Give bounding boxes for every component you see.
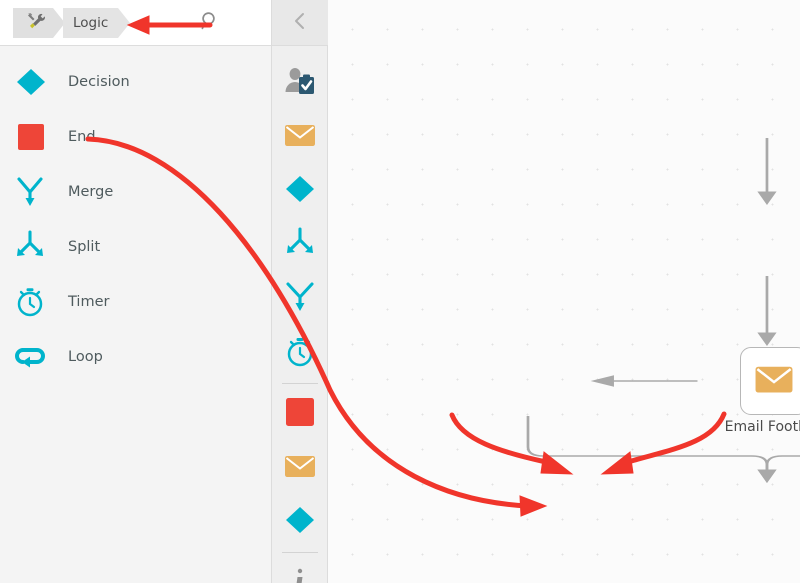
icon-rail-items bbox=[272, 46, 327, 583]
user-task-icon bbox=[283, 65, 317, 101]
rail-item-decision-1[interactable] bbox=[272, 164, 328, 218]
diamond-icon bbox=[283, 504, 317, 540]
rail-divider-2 bbox=[281, 552, 318, 553]
palette-item-end[interactable]: End bbox=[0, 109, 271, 164]
timer-icon bbox=[14, 284, 56, 320]
rail-item-email-2[interactable] bbox=[272, 441, 328, 495]
merge-arrow-icon bbox=[14, 174, 56, 210]
split-arrow-icon bbox=[14, 229, 56, 265]
palette-item-split-label: Split bbox=[68, 238, 101, 255]
loop-icon bbox=[14, 339, 56, 375]
rail-item-end[interactable] bbox=[272, 387, 328, 441]
breadcrumb-item-tools[interactable] bbox=[13, 7, 65, 38]
palette-panel: Logic Decision End Merge Split Timer Loo… bbox=[0, 0, 272, 583]
node-email-football-shape bbox=[740, 347, 800, 415]
split-arrow-icon bbox=[283, 227, 317, 263]
flow-canvas[interactable]: User Decision Email Football bbox=[328, 0, 800, 583]
breadcrumb-item-logic-label: Logic bbox=[73, 14, 109, 31]
stop-square-icon bbox=[283, 396, 317, 432]
flow-editor-app: Logic Decision End Merge Split Timer Loo… bbox=[0, 0, 800, 583]
chevron-left-icon bbox=[290, 10, 310, 36]
rail-item-decision-2[interactable] bbox=[272, 495, 328, 549]
breadcrumb: Logic bbox=[13, 7, 131, 38]
icon-rail bbox=[271, 0, 328, 583]
node-email-football[interactable]: Email Football bbox=[725, 347, 800, 435]
palette-item-loop-label: Loop bbox=[68, 348, 103, 365]
palette-header: Logic bbox=[0, 0, 271, 46]
breadcrumb-item-logic[interactable]: Logic bbox=[63, 7, 131, 38]
rail-item-info[interactable] bbox=[272, 556, 328, 583]
email-icon bbox=[283, 122, 317, 152]
rail-item-split[interactable] bbox=[272, 218, 328, 272]
node-email-football-label: Email Football bbox=[724, 419, 800, 435]
flow-connectors bbox=[526, 138, 800, 484]
rail-item-merge[interactable] bbox=[272, 272, 328, 326]
palette-item-decision-label: Decision bbox=[68, 73, 130, 90]
rail-item-email-1[interactable] bbox=[272, 110, 328, 164]
palette-item-timer-label: Timer bbox=[68, 293, 110, 310]
palette-list: Decision End Merge Split Timer Loop bbox=[0, 46, 271, 583]
merge-arrow-icon bbox=[283, 280, 317, 318]
palette-item-decision[interactable]: Decision bbox=[0, 54, 271, 109]
diamond-icon bbox=[283, 173, 317, 209]
palette-item-merge-label: Merge bbox=[68, 183, 114, 200]
palette-item-timer[interactable]: Timer bbox=[0, 274, 271, 329]
palette-item-split[interactable]: Split bbox=[0, 219, 271, 274]
stop-square-icon bbox=[14, 119, 56, 155]
email-icon bbox=[283, 453, 317, 483]
rail-divider-1 bbox=[281, 383, 318, 384]
diamond-icon bbox=[14, 64, 56, 100]
collapse-panel-button[interactable] bbox=[271, 0, 328, 46]
palette-item-end-label: End bbox=[68, 128, 96, 145]
tools-icon bbox=[25, 10, 47, 36]
search-icon bbox=[199, 10, 221, 36]
palette-item-loop[interactable]: Loop bbox=[0, 329, 271, 384]
rail-item-user-task[interactable] bbox=[272, 56, 328, 110]
palette-item-merge[interactable]: Merge bbox=[0, 164, 271, 219]
info-icon bbox=[285, 566, 315, 583]
rail-item-timer[interactable] bbox=[272, 326, 328, 380]
email-icon bbox=[753, 363, 795, 399]
search-button[interactable] bbox=[197, 10, 223, 36]
timer-icon bbox=[283, 334, 317, 372]
